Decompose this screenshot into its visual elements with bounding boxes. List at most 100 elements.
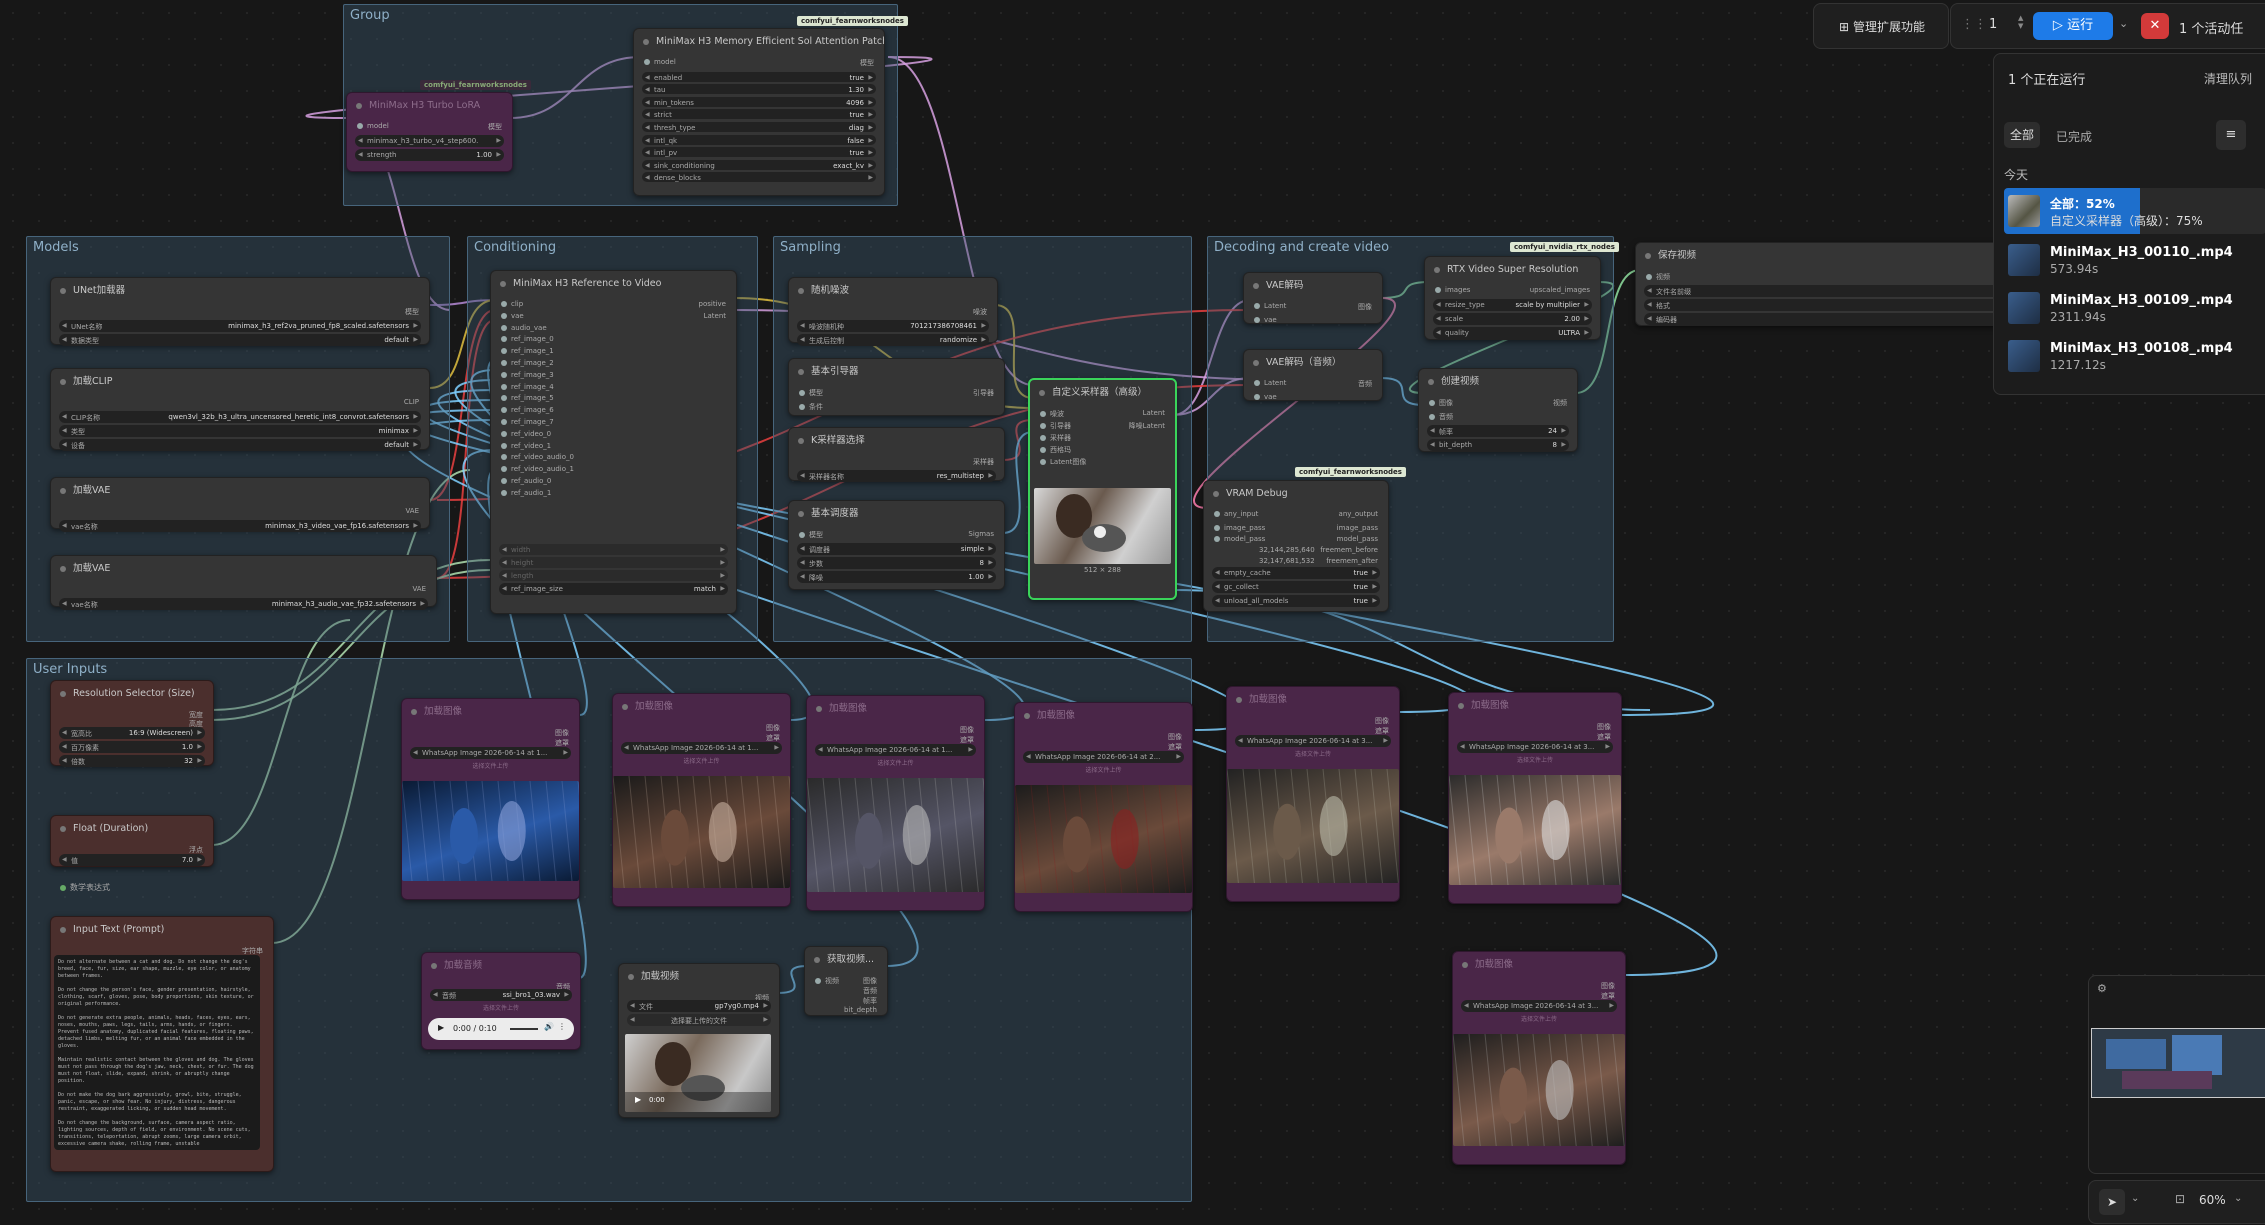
node-custom-sampler-advanced[interactable]: 自定义采样器（高级） 噪波 Latent 引导器 降噪Latent 采样器 西格玛 Late…: [1028, 378, 1177, 600]
output-video[interactable]: 视频: [1553, 398, 1567, 408]
image-file-widget[interactable]: WhatsApp Image 2026-06-14 at 1...: [410, 747, 571, 759]
filter-icon[interactable]: ≡: [2216, 120, 2246, 150]
tab-completed[interactable]: 已完成: [2056, 128, 2092, 145]
vae2-widget[interactable]: vae名称minimax_h3_audio_vae_fp32.safetenso…: [59, 598, 428, 610]
clip-widget[interactable]: CLIP名称qwen3vl_32b_h3_ultra_uncensored_he…: [59, 411, 421, 423]
choose-file-button[interactable]: 选择文件上传: [1449, 755, 1621, 764]
input-audio-vae[interactable]: audio_vae: [501, 324, 547, 332]
save-widget[interactable]: 格式: [1644, 299, 2008, 311]
node-float-duration[interactable]: Float (Duration) 浮点 值7.0: [50, 815, 214, 867]
stepper-icon[interactable]: ▲ ▼: [2018, 14, 2023, 30]
node-turbo-lora[interactable]: MiniMax H3 Turbo LoRA model 模型 minimax_h3…: [346, 92, 513, 172]
attention-widget[interactable]: stricttrue: [642, 109, 876, 120]
input-latent[interactable]: Latent: [1254, 302, 1286, 310]
create-widget[interactable]: bit_depth8: [1427, 439, 1569, 451]
output-model[interactable]: 模型: [488, 122, 502, 132]
node-random-noise[interactable]: 随机噪波 噪波 噪波随机种701217386708461 生成后控制randomi…: [788, 277, 998, 346]
input-ref-video-1[interactable]: ref_video_1: [501, 442, 551, 450]
input-any[interactable]: any_input: [1214, 510, 1258, 518]
more-icon[interactable]: ⋮: [558, 1022, 566, 1031]
output-sampler[interactable]: 采样器: [973, 457, 994, 467]
zoom-level[interactable]: 60%: [2199, 1193, 2226, 1207]
input-ref-video-0[interactable]: ref_video_0: [501, 430, 551, 438]
param-length[interactable]: length: [499, 569, 728, 581]
choose-file-button[interactable]: 选择文件上传: [1015, 765, 1192, 774]
image-file-widget[interactable]: WhatsApp Image 2026-06-14 at 1...: [621, 742, 782, 754]
output-model[interactable]: 模型: [405, 307, 419, 317]
vram-widget[interactable]: gc_collecttrue: [1212, 581, 1380, 593]
audio-widget[interactable]: 音频ssi_bro1_03.wav: [430, 989, 572, 1001]
node-load-image-1[interactable]: 加载图像图像遮罩WhatsApp Image 2026-06-14 at 1..…: [401, 698, 580, 900]
video-preview[interactable]: ▶ 0:00: [625, 1034, 771, 1112]
node-load-audio[interactable]: 加载音频 音频 音频ssi_bro1_03.wav 选择文件上传 ▶ 0:00 …: [421, 952, 581, 1050]
node-rtx-super-resolution[interactable]: RTX Video Super Resolution images upscale…: [1424, 256, 1601, 340]
ksel-widget[interactable]: 采样器名称res_multistep: [797, 470, 996, 482]
audio-progress-track[interactable]: [510, 1028, 538, 1030]
output-sigmas[interactable]: Sigmas: [968, 530, 994, 538]
vae1-widget[interactable]: vae名称minimax_h3_video_vae_fp16.safetenso…: [59, 520, 421, 532]
input-images[interactable]: 图像: [1429, 398, 1453, 408]
input-model[interactable]: model: [644, 58, 676, 66]
chevron-down-icon[interactable]: ⌄: [2234, 1193, 2242, 1204]
queue-history-item[interactable]: MiniMax_H3_00110_.mp4 573.94s: [2008, 238, 2265, 282]
node-vae-loader-audio[interactable]: 加载VAE VAE vae名称minimax_h3_audio_vae_fp32…: [50, 555, 437, 610]
batch-count-input[interactable]: 1: [1989, 17, 1997, 32]
node-attention-patch[interactable]: MiniMax H3 Memory Efficient Sol Attentio…: [633, 28, 885, 196]
interrupt-button[interactable]: ✕: [2141, 13, 2169, 39]
audio-player[interactable]: ▶ 0:00 / 0:10 🔊 ⋮: [428, 1018, 574, 1040]
chevron-down-icon[interactable]: ⌄: [2131, 1193, 2139, 1204]
input-vae[interactable]: vae: [1254, 393, 1277, 401]
attention-widget[interactable]: intl_qkfalse: [642, 134, 876, 145]
output-vae[interactable]: VAE: [412, 585, 426, 593]
input-vae[interactable]: vae: [1254, 316, 1277, 324]
node-load-image-2[interactable]: 加载图像图像遮罩WhatsApp Image 2026-06-14 at 1..…: [612, 693, 791, 907]
clip-widget[interactable]: 设备default: [59, 439, 421, 451]
output-audio[interactable]: 音频: [1358, 379, 1372, 389]
clear-queue-button[interactable]: 清理队列: [2204, 70, 2252, 87]
vram-widget[interactable]: unload_all_modelstrue: [1212, 595, 1380, 607]
attention-widget[interactable]: tau1.30: [642, 84, 876, 95]
minimap-settings-icon[interactable]: ⚙: [2097, 982, 2107, 995]
queue-history-item[interactable]: MiniMax_H3_00108_.mp4 1217.12s: [2008, 334, 2265, 378]
input-ref-image-7[interactable]: ref_image_7: [501, 418, 554, 426]
output-model[interactable]: 模型: [860, 58, 874, 68]
node-vae-loader-video[interactable]: 加载VAE VAE vae名称minimax_h3_video_vae_fp16…: [50, 477, 430, 532]
input-video[interactable]: 视频: [1646, 272, 1670, 282]
output-clip[interactable]: CLIP: [404, 398, 419, 406]
attention-widget[interactable]: dense_blocks: [642, 172, 876, 183]
image-file-widget[interactable]: WhatsApp Image 2026-06-14 at 3...: [1461, 1000, 1617, 1012]
output-guider[interactable]: 引导器: [973, 388, 994, 398]
node-load-image-7[interactable]: 加载图像图像遮罩WhatsApp Image 2026-06-14 at 3..…: [1452, 951, 1626, 1165]
input-clip[interactable]: clip: [501, 300, 523, 308]
node-save-video[interactable]: 保存视频 视频 文件名前缀格式编码器: [1635, 242, 2017, 326]
node-create-video[interactable]: 创建视频 图像 视频 音频 帧率24 bit_depth8: [1418, 368, 1578, 452]
sched-widget[interactable]: 步数8: [797, 557, 996, 569]
node-load-image-4[interactable]: 加载图像图像遮罩WhatsApp Image 2026-06-14 at 2..…: [1014, 702, 1193, 912]
node-resolution-selector[interactable]: Resolution Selector (Size) 宽度 高度 宽高比16:9…: [50, 680, 214, 767]
ref-image-size-widget[interactable]: ref_image_sizematch: [499, 582, 728, 595]
node-reference-to-video[interactable]: MiniMax H3 Reference to Video clip positi…: [490, 270, 737, 614]
input-ref-image-2[interactable]: ref_image_2: [501, 359, 554, 367]
float-widget[interactable]: 值7.0: [59, 854, 205, 866]
manage-extensions-button[interactable]: ⊞ 管理扩展功能: [1822, 16, 1942, 38]
input-model-pass[interactable]: model_pass: [1214, 535, 1265, 543]
output-vae[interactable]: VAE: [405, 507, 419, 515]
choose-file-button[interactable]: 选择文件上传: [1227, 749, 1399, 758]
noise-widget[interactable]: 生成后控制randomize: [797, 334, 989, 346]
run-button[interactable]: ▷ 运行: [2033, 12, 2113, 40]
create-widget[interactable]: 帧率24: [1427, 425, 1569, 437]
unet-widget[interactable]: UNet名称minimax_h3_ref2va_pruned_fp8_scale…: [59, 320, 421, 332]
play-icon[interactable]: ▶: [438, 1023, 444, 1032]
attention-widget[interactable]: enabledtrue: [642, 71, 876, 82]
choose-file-button[interactable]: 选择文件上传: [1453, 1014, 1625, 1023]
output-noise[interactable]: 噪波: [973, 307, 987, 317]
sched-widget[interactable]: 调度器simple: [797, 543, 996, 555]
input-model[interactable]: model: [357, 122, 389, 130]
attention-widget[interactable]: thresh_typediag: [642, 121, 876, 132]
node-vram-debug[interactable]: VRAM Debug any_input any_output image_pas…: [1203, 480, 1389, 612]
video-widget[interactable]: 文件gp7yg0.mp4: [627, 1000, 771, 1012]
output-image-pass[interactable]: image_pass: [1337, 524, 1378, 532]
choose-file-button[interactable]: 选择文件上传: [422, 1003, 580, 1012]
output-any[interactable]: any_output: [1339, 510, 1378, 518]
chevron-down-icon[interactable]: ⌄: [2119, 17, 2128, 30]
